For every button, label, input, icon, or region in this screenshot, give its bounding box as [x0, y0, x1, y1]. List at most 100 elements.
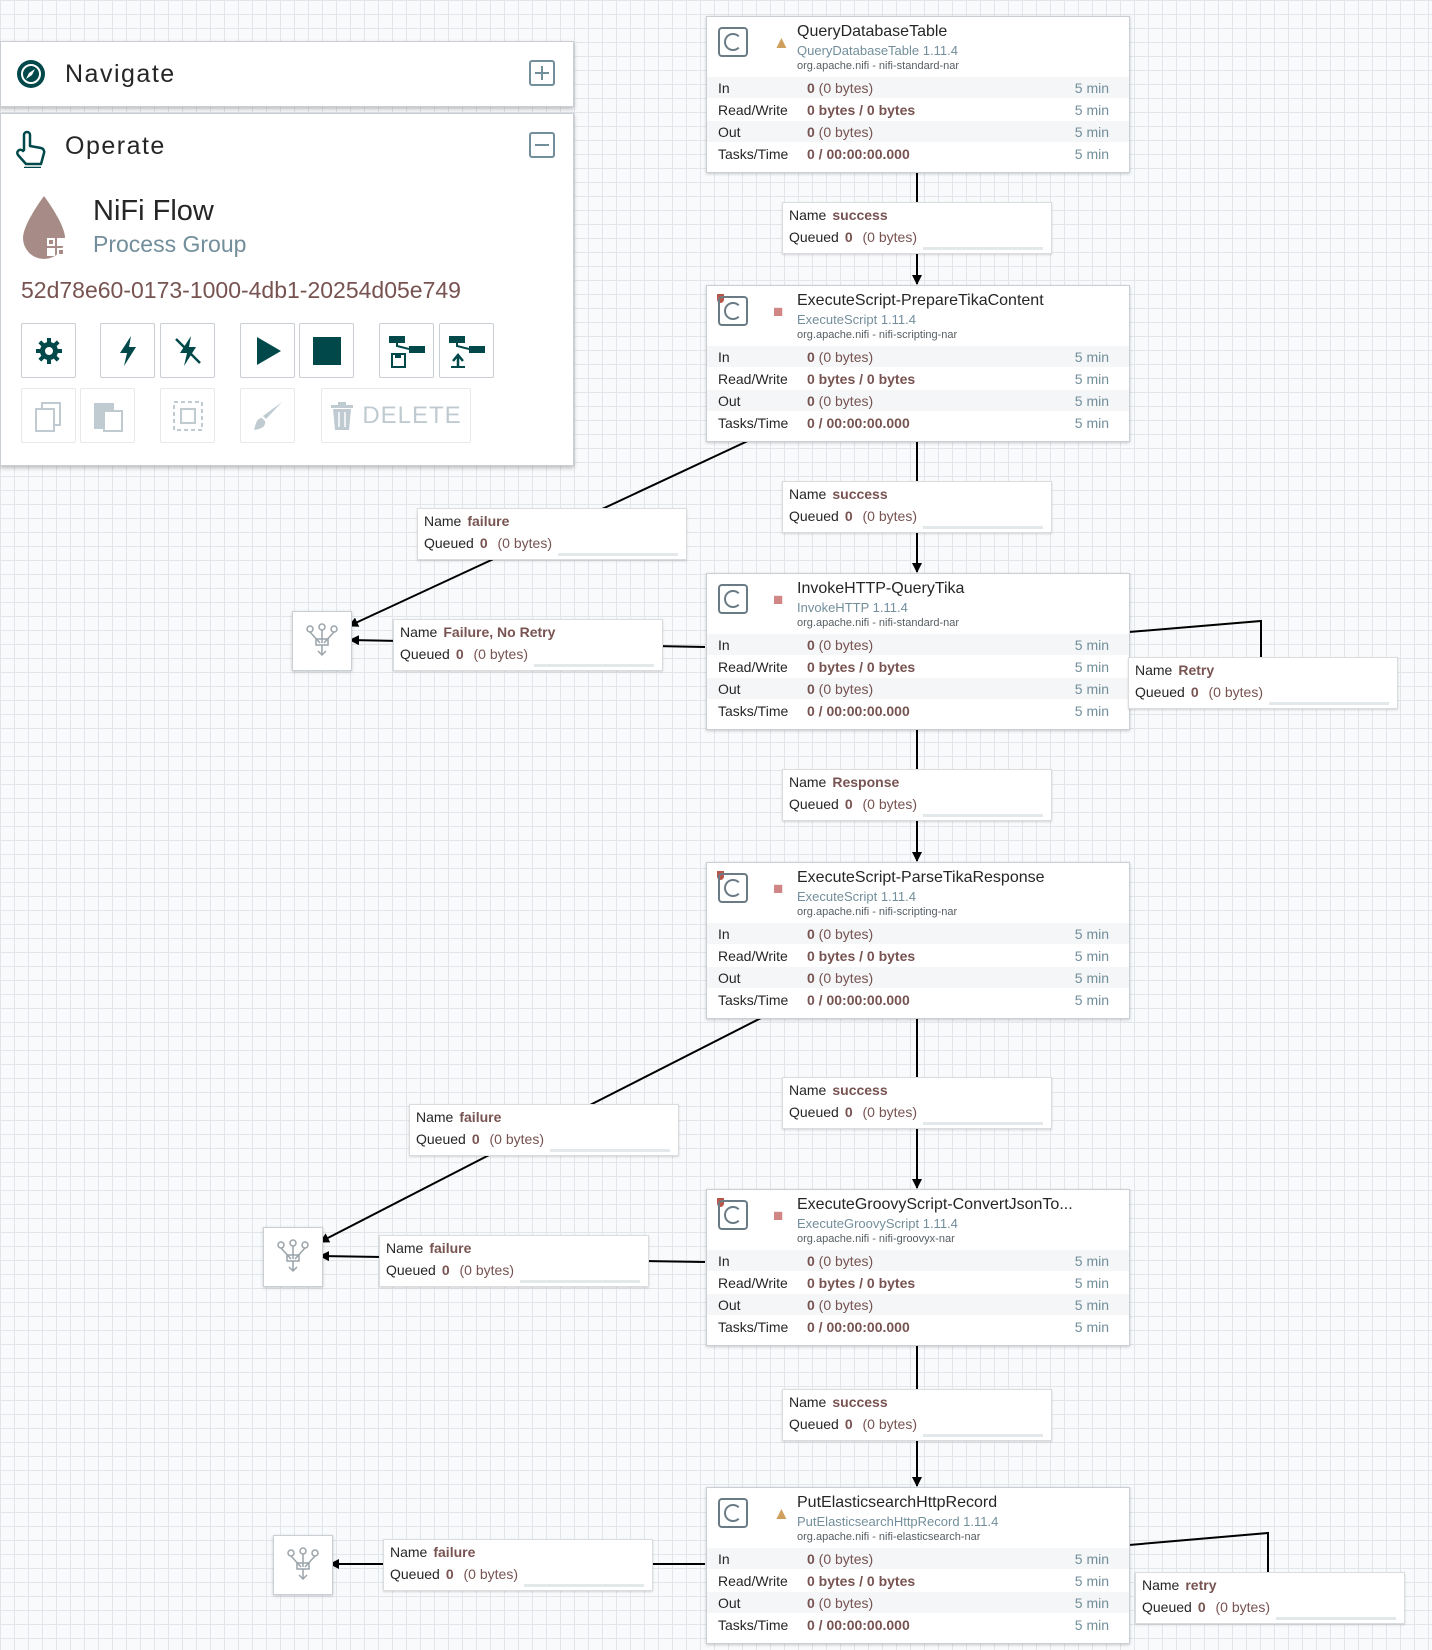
funnel[interactable] — [292, 611, 352, 671]
stat-value: 0 bytes / 0 bytes — [807, 948, 916, 964]
processor-executegroovyscript-convertjson[interactable]: ■ ExecuteGroovyScript-ConvertJsonTo... E… — [706, 1189, 1130, 1346]
disable-button[interactable] — [160, 323, 215, 378]
conn-queued-row: Queued 0 (0 bytes) — [789, 796, 917, 812]
enable-button[interactable] — [100, 323, 155, 378]
processor-querydatabasetable[interactable]: ▲ QueryDatabaseTable QueryDatabaseTable … — [706, 16, 1130, 173]
nifi-drop-icon — [23, 196, 65, 259]
connection-label-success[interactable]: Name success Queued 0 (0 bytes) — [782, 481, 1052, 533]
configure-button[interactable] — [21, 323, 76, 378]
processor-icon — [718, 584, 748, 614]
processor-invokehttp-querytika[interactable]: ■ InvokeHTTP-QueryTika InvokeHTTP 1.11.4… — [706, 573, 1130, 730]
create-template-button[interactable] — [379, 323, 434, 378]
start-button[interactable] — [240, 323, 295, 378]
connection-label-success[interactable]: Name success Queued 0 (0 bytes) — [782, 202, 1052, 254]
processor-name: QueryDatabaseTable — [797, 23, 948, 40]
stat-read-write: Read/Write 0 bytes / 0 bytes 5 min — [707, 1569, 1129, 1591]
processor-type: ExecuteScript 1.11.4 — [797, 312, 916, 327]
connection-label-failure[interactable]: Name failure Queued 0 (0 bytes) — [383, 1539, 653, 1591]
stat-value: 0 / 00:00:00.000 — [807, 1319, 910, 1335]
delete-button[interactable]: DELETE — [321, 388, 471, 443]
conn-name-row: Name Response — [789, 774, 899, 790]
funnel-icon — [306, 623, 338, 657]
connection-label-failure[interactable]: Name failure Queued 0 (0 bytes) — [379, 1235, 649, 1287]
connection-label-failure-no-retry[interactable]: Name Failure, No Retry Queued 0 (0 bytes) — [393, 619, 663, 671]
processor-putelasticsearchhttprecord[interactable]: ▲ PutElasticsearchHttpRecord PutElastics… — [706, 1487, 1130, 1644]
processor-name: ExecuteGroovyScript-ConvertJsonTo... — [797, 1196, 1073, 1213]
stat-read-write: Read/Write 0 bytes / 0 bytes 5 min — [707, 367, 1129, 389]
group-id: 52d78e60-0173-1000-4db1-20254d05e749 — [21, 277, 461, 303]
stat-value: 0 (0 bytes) — [807, 1551, 874, 1567]
copy-button[interactable] — [21, 388, 76, 443]
conn-queued-row: Queued 0 (0 bytes) — [424, 535, 552, 551]
conn-queued-row: Queued 0 (0 bytes) — [416, 1131, 544, 1147]
copy-icon — [34, 401, 61, 432]
connection-label-retry[interactable]: Name Retry Queued 0 (0 bytes) — [1128, 657, 1398, 709]
group-type: Process Group — [93, 231, 247, 257]
stat-label: Tasks/Time — [718, 992, 789, 1008]
warning-icon[interactable]: ▲ — [773, 1505, 790, 1522]
queue-progress-bar — [1269, 702, 1389, 705]
edge-put-retry[interactable] — [1128, 1531, 1269, 1572]
conn-queued-row: Queued 0 (0 bytes) — [789, 1104, 917, 1120]
processor-executescript-parsetikaresponse[interactable]: ■ ExecuteScript-ParseTikaResponse Execut… — [706, 862, 1130, 1019]
stat-time: 5 min — [1074, 1595, 1109, 1611]
conn-queued-bytes: (0 bytes) — [463, 1566, 518, 1582]
color-button[interactable] — [240, 388, 295, 443]
stat-label: Tasks/Time — [718, 146, 789, 162]
queue-progress-bar — [923, 1122, 1043, 1125]
stat-out: Out 0 (0 bytes) 5 min — [707, 1591, 1129, 1613]
stat-value: 0 / 00:00:00.000 — [807, 1617, 910, 1633]
upload-template-button[interactable] — [439, 323, 494, 378]
queue-progress-bar — [524, 1584, 644, 1587]
conn-queued-label: Queued — [416, 1131, 466, 1147]
connection-label-success[interactable]: Name success Queued 0 (0 bytes) — [782, 1077, 1052, 1129]
connection-label-response[interactable]: Name Response Queued 0 (0 bytes) — [782, 769, 1052, 821]
stat-value: 0 (0 bytes) — [807, 349, 874, 365]
connection-label-failure[interactable]: Name failure Queued 0 (0 bytes) — [409, 1104, 679, 1156]
conn-queued-bytes: (0 bytes) — [862, 229, 917, 245]
conn-queued-bytes: (0 bytes) — [473, 646, 528, 662]
stat-tasks-time: Tasks/Time 0 / 00:00:00.000 5 min — [707, 411, 1129, 433]
stat-label: Read/Write — [718, 1275, 788, 1291]
funnel[interactable] — [273, 1535, 333, 1595]
stat-value: 0 (0 bytes) — [807, 1297, 874, 1313]
stat-out: Out 0 (0 bytes) 5 min — [707, 677, 1129, 699]
queue-progress-bar — [923, 526, 1043, 529]
connection-label-failure[interactable]: Name failure Queued 0 (0 bytes) — [417, 508, 687, 560]
stat-label: Out — [718, 1297, 741, 1313]
stat-label: Read/Write — [718, 371, 788, 387]
conn-name-row: Name retry — [1142, 1577, 1217, 1593]
processor-type: InvokeHTTP 1.11.4 — [797, 600, 908, 615]
stat-label: In — [718, 80, 730, 96]
expand-navigate-button[interactable] — [529, 60, 555, 86]
stat-value: 0 bytes / 0 bytes — [807, 1573, 916, 1589]
stat-in: In 0 (0 bytes) 5 min — [707, 1547, 1129, 1569]
connection-label-success[interactable]: Name success Queued 0 (0 bytes) — [782, 1389, 1052, 1441]
funnel[interactable] — [263, 1227, 323, 1287]
warning-icon[interactable]: ▲ — [773, 34, 790, 51]
stat-label: Out — [718, 970, 741, 986]
stat-value: 0 / 00:00:00.000 — [807, 992, 910, 1008]
stat-time: 5 min — [1074, 992, 1109, 1008]
conn-name-value: success — [832, 1082, 888, 1098]
stat-value: 0 bytes / 0 bytes — [807, 102, 916, 118]
paintbrush-icon — [253, 401, 282, 430]
stat-time: 5 min — [1074, 1297, 1109, 1313]
stop-button[interactable] — [299, 323, 354, 378]
edge-invoke-retry[interactable] — [1128, 619, 1262, 657]
paste-button[interactable] — [80, 388, 135, 443]
processor-executescript-preparetikacontent[interactable]: ■ ExecuteScript-PrepareTikaContent Execu… — [706, 285, 1130, 442]
connection-label-retry[interactable]: Name retry Queued 0 (0 bytes) — [1135, 1572, 1405, 1624]
stat-time: 5 min — [1074, 349, 1109, 365]
processor-stats: In 0 (0 bytes) 5 min Read/Write 0 bytes / 0… — [707, 1547, 1129, 1635]
group-button[interactable] — [160, 388, 215, 443]
conn-queued-count: 0 — [441, 1262, 450, 1278]
stat-label: Read/Write — [718, 102, 788, 118]
play-icon — [256, 336, 281, 365]
collapse-operate-button[interactable] — [529, 132, 555, 158]
stat-time: 5 min — [1074, 80, 1109, 96]
conn-name-row: Name failure — [390, 1544, 475, 1560]
lightning-off-icon — [174, 335, 201, 366]
conn-name-row: Name failure — [424, 513, 509, 529]
conn-queued-label: Queued — [789, 1104, 839, 1120]
